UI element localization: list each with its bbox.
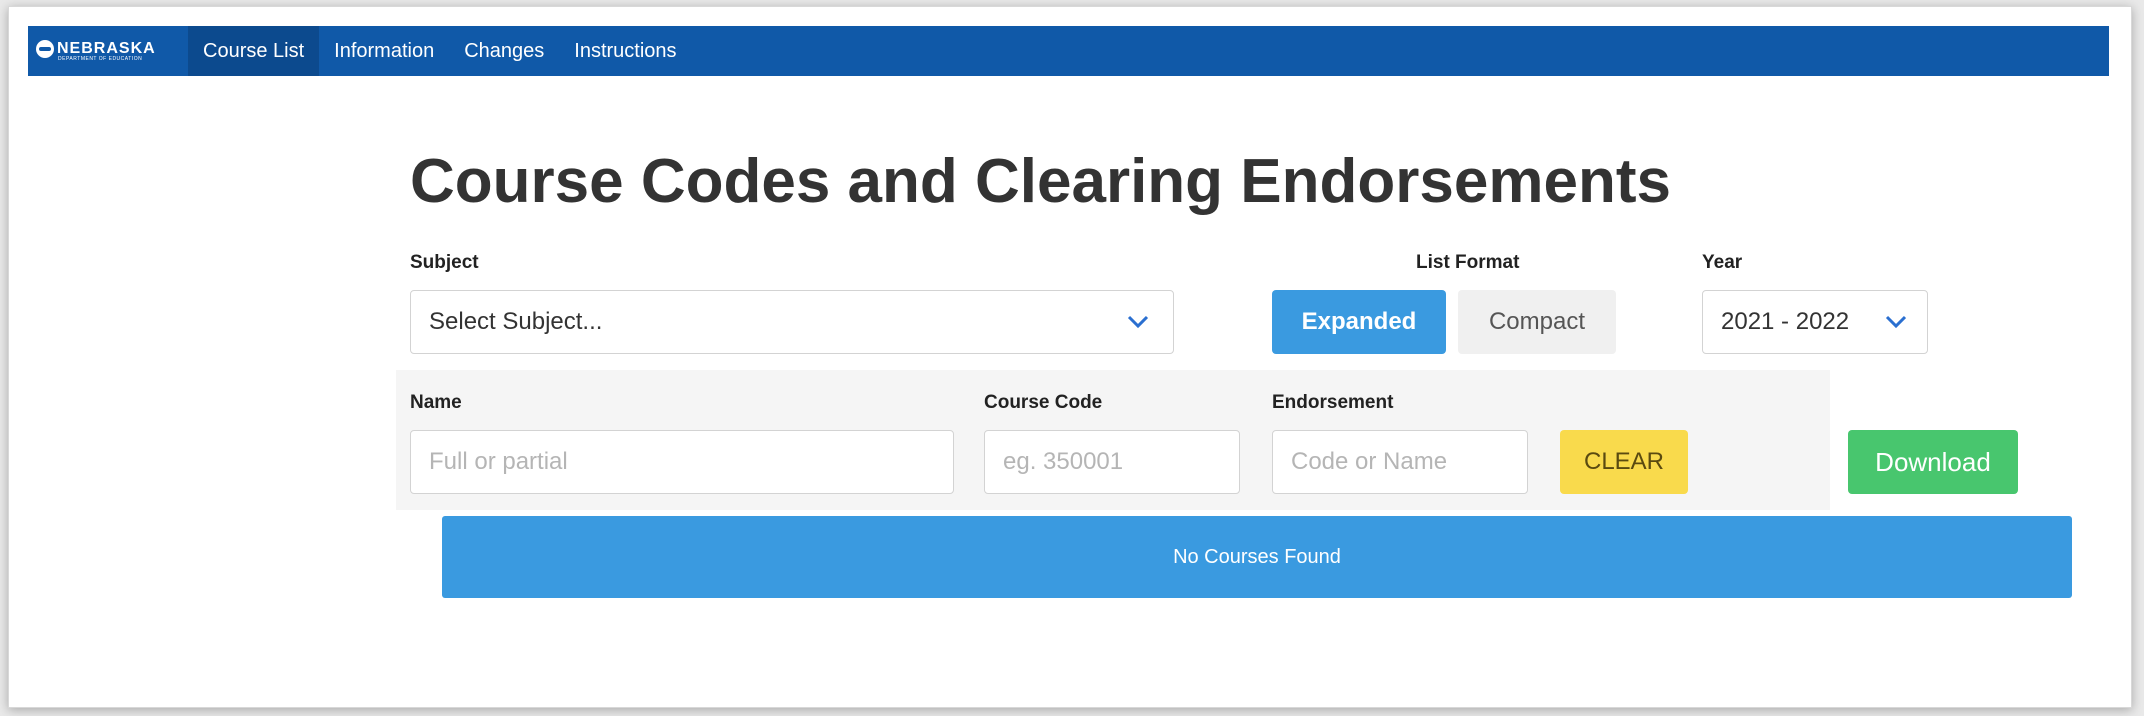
course-code-label: Course Code xyxy=(984,392,1103,413)
endorsement-input[interactable] xyxy=(1272,430,1528,494)
course-code-input[interactable] xyxy=(984,430,1240,494)
page xyxy=(8,6,2132,708)
nav-item-information[interactable]: Information xyxy=(319,26,449,76)
nav-item-instructions[interactable]: Instructions xyxy=(559,26,691,76)
year-label: Year xyxy=(1702,252,1743,273)
page-title: Course Codes and Clearing Endorsements xyxy=(410,147,1671,216)
endorsement-label: Endorsement xyxy=(1272,392,1394,413)
expanded-format-button[interactable]: Expanded xyxy=(1272,290,1446,354)
compact-format-button[interactable]: Compact xyxy=(1458,290,1616,354)
year-select[interactable]: 2021 - 2022 xyxy=(1702,290,1928,354)
no-results-banner: No Courses Found xyxy=(442,516,2072,598)
no-results-message: No Courses Found xyxy=(1173,545,1341,568)
subject-select-value: Select Subject... xyxy=(429,308,603,335)
brand-subtitle: DEPARTMENT OF EDUCATION xyxy=(58,56,143,62)
nav-item-course-list[interactable]: Course List xyxy=(188,26,320,76)
subject-select[interactable]: Select Subject... xyxy=(410,290,1174,354)
year-select-value: 2021 - 2022 xyxy=(1721,308,1850,335)
nav-item-changes[interactable]: Changes xyxy=(449,26,559,76)
subject-label: Subject xyxy=(410,252,479,273)
download-button[interactable]: Download xyxy=(1848,430,2018,494)
chevron-down-icon xyxy=(1127,315,1149,329)
chevron-down-icon xyxy=(1885,315,1907,329)
state-seal-icon xyxy=(36,40,54,58)
top-navbar: NEBRASKA DEPARTMENT OF EDUCATION Course … xyxy=(28,26,2109,76)
clear-button[interactable]: CLEAR xyxy=(1560,430,1688,494)
name-filter-label: Name xyxy=(410,392,462,413)
nebraska-logo[interactable]: NEBRASKA DEPARTMENT OF EDUCATION xyxy=(28,26,188,76)
name-filter-input[interactable] xyxy=(410,430,954,494)
list-format-label: List Format xyxy=(1416,252,1520,273)
